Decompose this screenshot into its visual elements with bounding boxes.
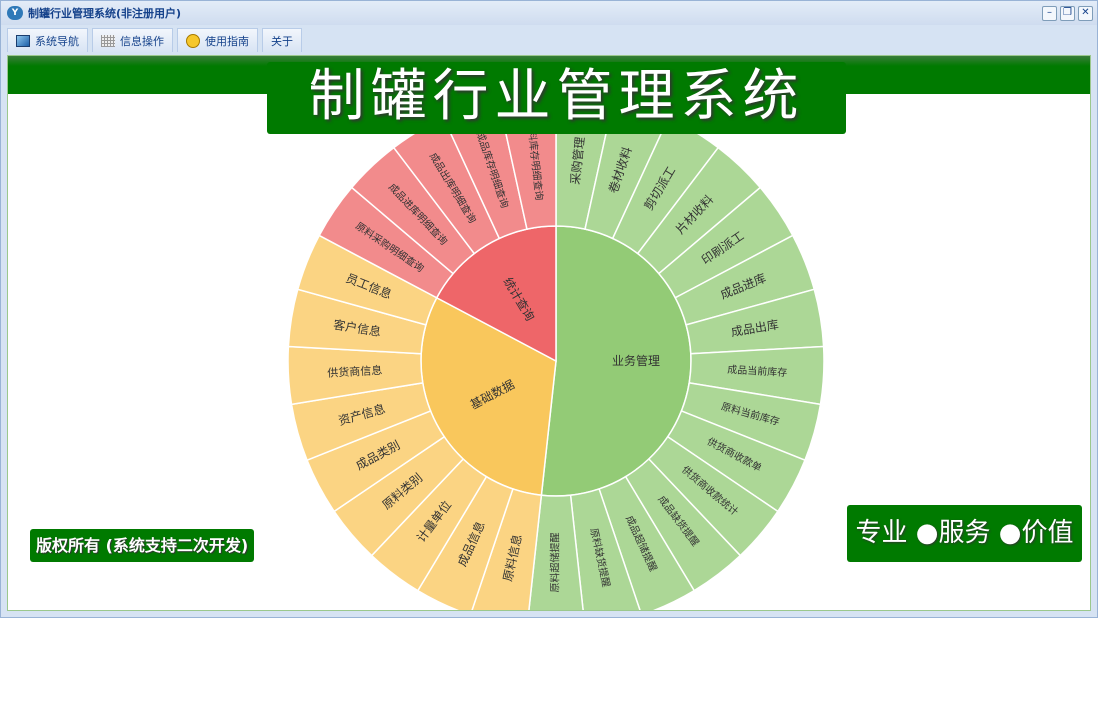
slogan-badge: 专业 ●服务 ●价值: [847, 505, 1082, 562]
sunburst-label: 业务管理: [612, 353, 660, 368]
grid-icon: [101, 34, 115, 47]
tab-bar: 系统导航 信息操作 使用指南 关于: [7, 28, 302, 52]
tab-label: 使用指南: [205, 34, 249, 48]
tab-info-operation[interactable]: 信息操作: [92, 28, 173, 52]
close-button[interactable]: ✕: [1078, 6, 1093, 21]
tab-system-navigation[interactable]: 系统导航: [7, 28, 88, 52]
help-icon: [186, 33, 200, 48]
tab-label: 关于: [271, 34, 293, 48]
tab-label: 系统导航: [35, 34, 79, 48]
tab-about[interactable]: 关于: [262, 28, 302, 52]
tab-user-guide[interactable]: 使用指南: [177, 28, 258, 52]
copyright-badge: 版权所有 (系统支持二次开发): [30, 529, 255, 562]
monitor-icon: [16, 34, 30, 47]
minimize-button[interactable]: –: [1042, 6, 1057, 21]
app-window: Y 制罐行业管理系统(非注册用户) – ❐ ✕ 系统导航 信息操作 使用指南 关…: [0, 0, 1098, 618]
sunburst-label: 原料超储提醒: [549, 533, 562, 593]
title-bar: Y 制罐行业管理系统(非注册用户) – ❐ ✕: [1, 1, 1097, 25]
page-title-banner: 制罐行业管理系统: [267, 62, 846, 134]
tab-label: 信息操作: [120, 34, 164, 48]
main-panel: 制罐行业管理系统 业务管理 采购管理 卷材收料 剪切派工 片材收料 印刷派工 成品进库 成品出…: [7, 55, 1091, 611]
window-title: 制罐行业管理系统(非注册用户): [28, 7, 182, 20]
restore-button[interactable]: ❐: [1060, 6, 1075, 21]
app-logo-icon: Y: [7, 6, 23, 20]
sunburst-label: 供货商信息: [327, 363, 383, 380]
